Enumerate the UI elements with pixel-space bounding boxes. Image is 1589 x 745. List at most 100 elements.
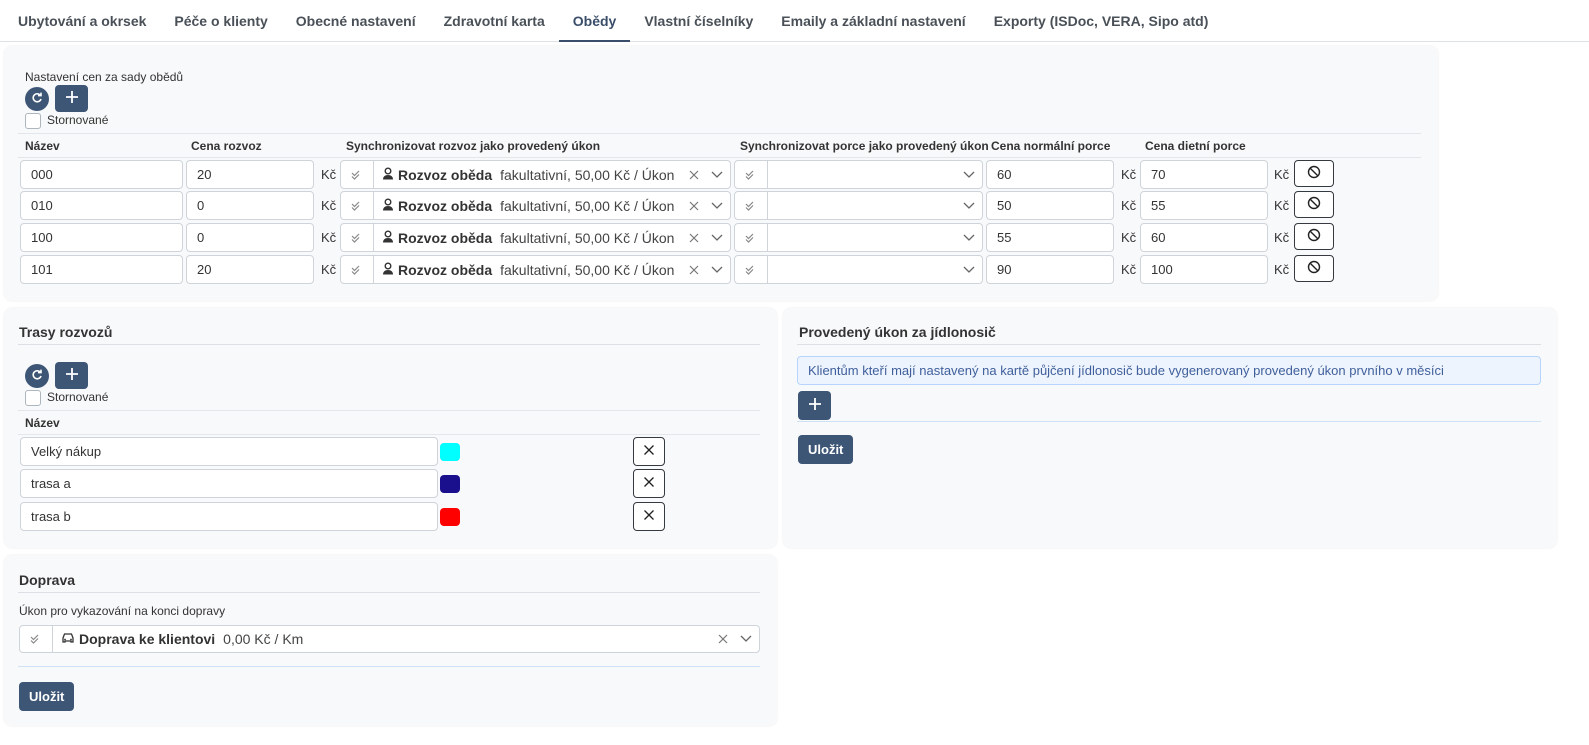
clear-icon[interactable] bbox=[684, 265, 704, 275]
routes-stornovane-checkbox[interactable] bbox=[25, 390, 41, 406]
clear-icon[interactable] bbox=[684, 233, 704, 243]
double-check-icon[interactable] bbox=[341, 256, 374, 283]
transport-service-detail: 0,00 Kč / Km bbox=[223, 631, 304, 647]
currency-label: Kč bbox=[1121, 262, 1137, 277]
divider bbox=[18, 344, 760, 345]
sync-delivery-select[interactable]: Rozvoz oběda fakultativní, 50,00 Kč / Úk… bbox=[340, 160, 731, 189]
normal-price-input[interactable]: 60 bbox=[986, 160, 1114, 189]
cancel-row-button[interactable] bbox=[1294, 223, 1334, 250]
tab-ubytovani[interactable]: Ubytování a okrsek bbox=[4, 0, 160, 42]
route-color-swatch[interactable] bbox=[440, 443, 460, 461]
transport-service-select[interactable]: Doprava ke klientovi 0,00 Kč / Km bbox=[19, 625, 760, 653]
diet-price-input[interactable]: 60 bbox=[1140, 223, 1268, 252]
tab-obedy[interactable]: Obědy bbox=[558, 0, 631, 42]
person-icon bbox=[382, 167, 394, 183]
divider bbox=[18, 410, 760, 411]
chevron-down-icon[interactable] bbox=[956, 202, 982, 210]
transport-save-button[interactable]: Uložit bbox=[19, 682, 75, 711]
delete-route-button[interactable] bbox=[633, 502, 665, 531]
route-name-input[interactable]: trasa b bbox=[20, 502, 438, 531]
plus-icon bbox=[808, 397, 822, 414]
normal-price-input[interactable]: 50 bbox=[986, 191, 1114, 220]
route-color-swatch[interactable] bbox=[440, 508, 460, 526]
chevron-down-icon[interactable] bbox=[704, 171, 730, 179]
cancel-row-button[interactable] bbox=[1294, 191, 1334, 218]
normal-price-input[interactable]: 90 bbox=[986, 255, 1114, 284]
clear-icon[interactable] bbox=[713, 634, 733, 644]
chevron-down-icon[interactable] bbox=[704, 234, 730, 242]
service-name: Rozvoz oběda bbox=[398, 261, 493, 278]
double-check-icon[interactable] bbox=[341, 224, 374, 251]
chevron-down-icon[interactable] bbox=[956, 234, 982, 242]
add-route-button[interactable] bbox=[55, 362, 88, 389]
sync-portion-select[interactable] bbox=[734, 223, 983, 252]
chevron-down-icon[interactable] bbox=[956, 171, 982, 179]
routes-refresh-button[interactable] bbox=[25, 364, 49, 388]
price-name-input[interactable]: 000 bbox=[20, 160, 183, 189]
divider bbox=[18, 434, 760, 435]
delete-route-button[interactable] bbox=[633, 437, 665, 466]
route-color-swatch[interactable] bbox=[440, 475, 460, 493]
route-name-input[interactable]: trasa a bbox=[20, 469, 438, 498]
double-check-icon[interactable] bbox=[341, 192, 374, 219]
clear-icon[interactable] bbox=[684, 201, 704, 211]
service-name: Rozvoz oběda bbox=[398, 197, 493, 214]
chevron-down-icon[interactable] bbox=[733, 635, 759, 643]
sync-portion-select[interactable] bbox=[734, 255, 983, 284]
stornovane-checkbox[interactable] bbox=[25, 113, 41, 129]
delivery-price-input[interactable]: 0 bbox=[186, 191, 314, 220]
tab-zdravotni[interactable]: Zdravotní karta bbox=[430, 0, 559, 42]
diet-price-input[interactable]: 100 bbox=[1140, 255, 1268, 284]
delivery-price-input[interactable]: 20 bbox=[186, 160, 314, 189]
refresh-button[interactable] bbox=[25, 87, 49, 111]
sync-portion-select[interactable] bbox=[734, 191, 983, 220]
cancel-row-button[interactable] bbox=[1294, 255, 1334, 282]
service-name: Rozvoz oběda bbox=[398, 166, 493, 183]
person-icon bbox=[382, 198, 394, 214]
price-name-input[interactable]: 100 bbox=[20, 223, 183, 252]
delivery-price-input[interactable]: 0 bbox=[186, 223, 314, 252]
double-check-icon[interactable] bbox=[341, 161, 374, 188]
double-check-icon[interactable] bbox=[735, 256, 768, 283]
delete-route-button[interactable] bbox=[633, 469, 665, 498]
currency-label: Kč bbox=[1121, 198, 1137, 213]
double-check-icon[interactable] bbox=[20, 626, 53, 652]
double-check-icon[interactable] bbox=[735, 192, 768, 219]
tab-exporty[interactable]: Exporty (ISDoc, VERA, Sipo atd) bbox=[980, 0, 1223, 42]
routes-title: Trasy rozvozů bbox=[19, 324, 113, 340]
tab-obecne[interactable]: Obecné nastavení bbox=[282, 0, 430, 42]
transport-title: Doprava bbox=[19, 572, 76, 588]
chevron-down-icon[interactable] bbox=[704, 202, 730, 210]
add-jidlonosic-button[interactable] bbox=[798, 391, 831, 420]
service-name: Rozvoz oběda bbox=[398, 229, 493, 246]
service-detail: fakultativní, 50,00 Kč / Úkon bbox=[500, 229, 675, 246]
diet-price-input[interactable]: 55 bbox=[1140, 191, 1268, 220]
sync-delivery-select[interactable]: Rozvoz oběda fakultativní, 50,00 Kč / Úk… bbox=[340, 191, 731, 220]
chevron-down-icon[interactable] bbox=[704, 266, 730, 274]
sync-delivery-select[interactable]: Rozvoz oběda fakultativní, 50,00 Kč / Úk… bbox=[340, 255, 731, 284]
currency-label: Kč bbox=[321, 262, 337, 277]
col-diet-price: Cena dietní porce bbox=[1145, 139, 1246, 153]
prices-title: Nastavení cen za sady obědů bbox=[25, 70, 184, 84]
add-price-button[interactable] bbox=[55, 85, 88, 112]
chevron-down-icon[interactable] bbox=[956, 266, 982, 274]
plus-icon bbox=[65, 367, 79, 384]
route-name-input[interactable]: Velký nákup bbox=[20, 437, 438, 466]
tab-pece[interactable]: Péče o klienty bbox=[160, 0, 281, 42]
tab-ciselniky[interactable]: Vlastní číselníky bbox=[630, 0, 767, 42]
sync-delivery-select[interactable]: Rozvoz oběda fakultativní, 50,00 Kč / Úk… bbox=[340, 223, 731, 252]
plus-icon bbox=[65, 90, 79, 107]
double-check-icon[interactable] bbox=[735, 161, 768, 188]
clear-icon[interactable] bbox=[684, 170, 704, 180]
price-name-input[interactable]: 101 bbox=[20, 255, 183, 284]
save-button[interactable]: Uložit bbox=[798, 435, 854, 464]
sync-portion-select[interactable] bbox=[734, 160, 983, 189]
tab-emaily[interactable]: Emaily a základní nastavení bbox=[767, 0, 979, 42]
currency-label: Kč bbox=[1121, 167, 1137, 182]
cancel-row-button[interactable] bbox=[1294, 160, 1334, 187]
delivery-price-input[interactable]: 20 bbox=[186, 255, 314, 284]
double-check-icon[interactable] bbox=[735, 224, 768, 251]
normal-price-input[interactable]: 55 bbox=[986, 223, 1114, 252]
diet-price-input[interactable]: 70 bbox=[1140, 160, 1268, 189]
price-name-input[interactable]: 010 bbox=[20, 191, 183, 220]
